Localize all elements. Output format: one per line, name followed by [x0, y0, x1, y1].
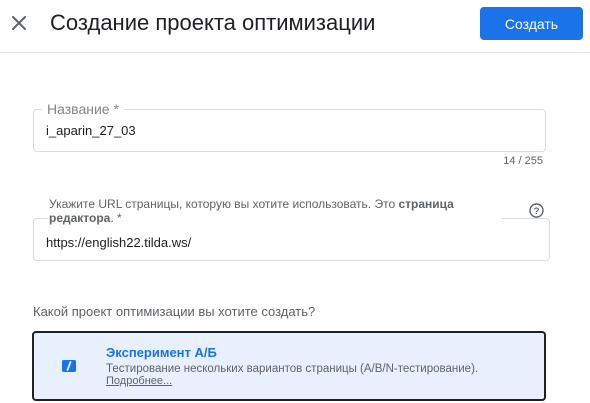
help-icon[interactable]: ? [529, 203, 544, 218]
project-type-question: Какой проект оптимизации вы хотите созда… [33, 304, 316, 319]
character-counter: 14 / 255 [503, 155, 543, 167]
name-field[interactable]: Название * i_aparin_27_03 [33, 99, 546, 152]
page-title: Создание проекта оптимизации [50, 10, 376, 35]
name-field-value[interactable]: i_aparin_27_03 [46, 122, 136, 140]
svg-text:?: ? [534, 206, 540, 217]
url-label-text: Укажите URL страницы, которую вы хотите … [49, 197, 399, 211]
create-button[interactable]: Создать [480, 7, 583, 40]
option-description: Тестирование нескольких вариантов страни… [106, 363, 479, 375]
dialog-header: Создание проекта оптимизации Создать [0, 0, 590, 53]
name-field-label: Название * [42, 99, 124, 119]
close-icon [12, 16, 26, 30]
close-button[interactable] [8, 12, 30, 34]
ab-test-icon [62, 359, 76, 372]
option-title: Эксперимент А/Б [106, 345, 217, 360]
learn-more-link[interactable]: Подробнее... [106, 375, 172, 387]
url-field-value[interactable]: https://english22.tilda.ws/ [46, 234, 191, 252]
url-label-suffix: . * [110, 211, 122, 225]
url-field-label: Укажите URL страницы, которую вы хотите … [49, 197, 501, 225]
ab-experiment-option[interactable]: Эксперимент А/Б Тестирование нескольких … [32, 331, 546, 401]
